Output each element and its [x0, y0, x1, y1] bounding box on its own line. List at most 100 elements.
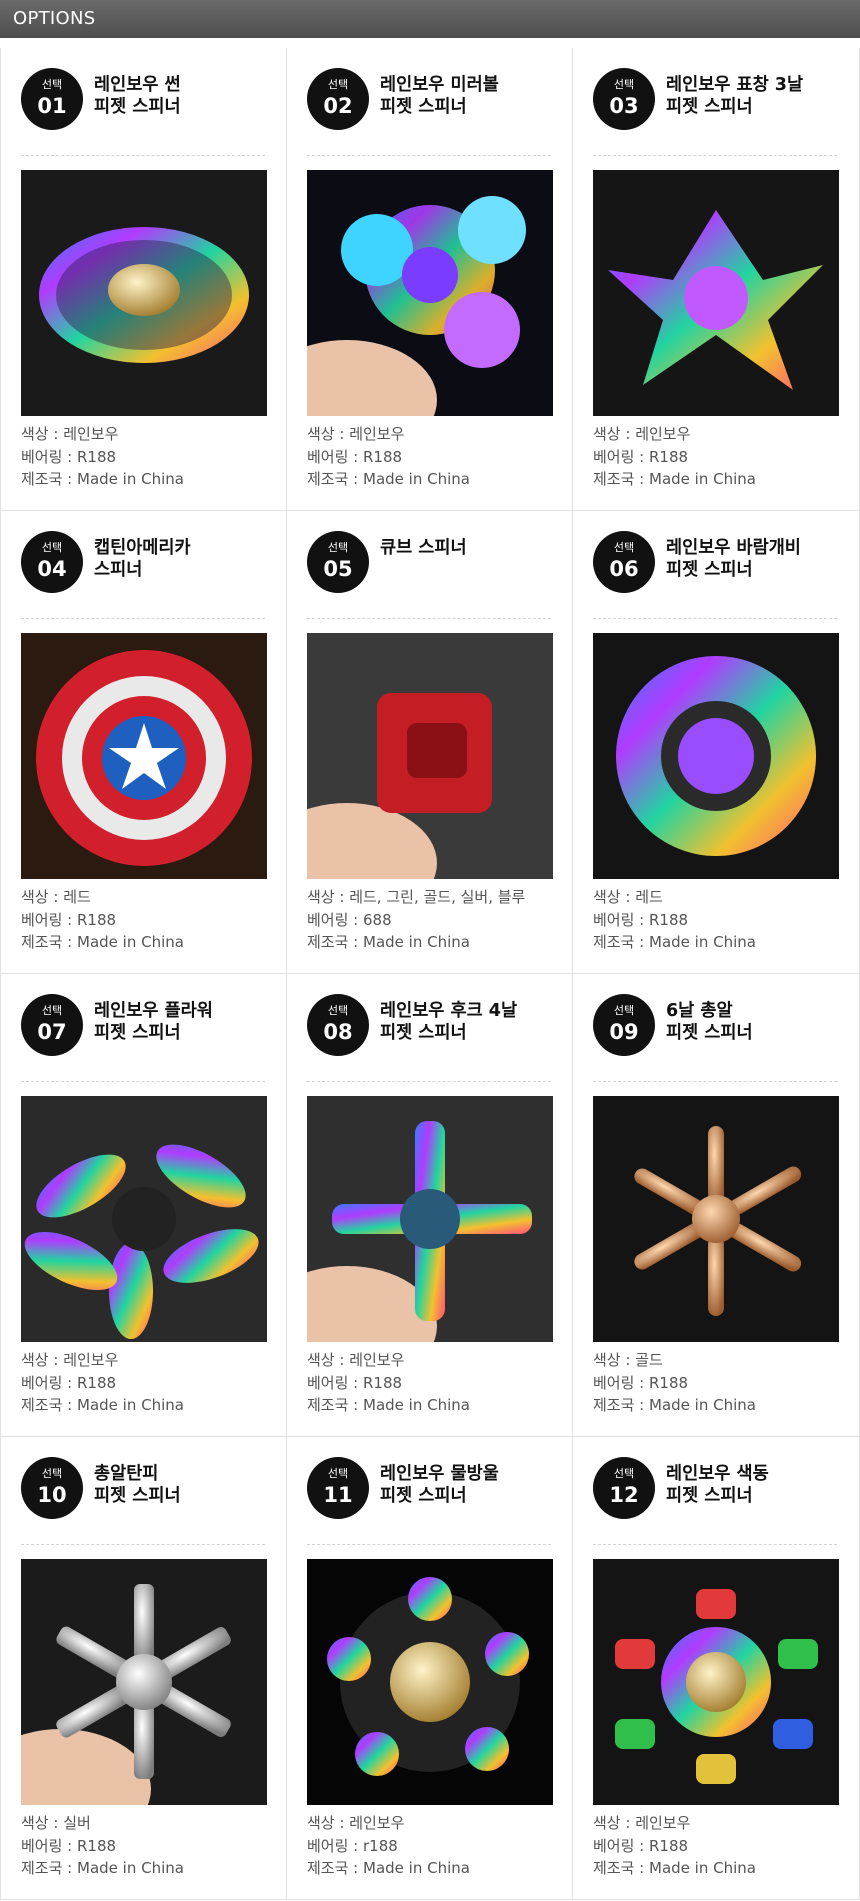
spec-origin-label: 제조국 : — [21, 933, 77, 951]
option-title: 캡틴아메리카 스피너 — [94, 537, 279, 581]
spec-origin: 제조국 : Made in China — [593, 931, 756, 954]
option-card-07[interactable]: 선택 07 레인보우 플라워 피젯 스피너 색상 : 레인보우 베어링 : R188 제조… — [0, 974, 287, 1437]
spec-color: 색상 : 레인보우 — [21, 423, 184, 446]
rainbow-mirrorball-spinner-photo[interactable] — [307, 170, 553, 416]
spec-bearing-value: R188 — [77, 447, 117, 466]
rainbow-flower-spinner-photo[interactable] — [21, 1096, 267, 1342]
option-specs: 색상 : 레드 베어링 : R188 제조국 : Made in China — [593, 886, 756, 954]
spec-color-value: 레인보우 — [349, 1351, 405, 1369]
spec-color-label: 색상 : — [593, 1814, 636, 1832]
spec-bearing: 베어링 : R188 — [593, 446, 756, 469]
spec-origin-label: 제조국 : — [307, 1396, 363, 1414]
select-label: 선택 — [41, 78, 63, 91]
dashed-divider — [593, 155, 837, 156]
option-number-badge: 선택 02 — [307, 68, 369, 130]
spec-origin-value: Made in China — [363, 470, 470, 488]
option-card-11[interactable]: 선택 11 레인보우 물방울 피젯 스피너 색상 : 레인보우 베어링 : r188 제조… — [287, 1437, 573, 1900]
spec-bearing-value: R188 — [649, 447, 689, 466]
option-number-badge: 선택 05 — [307, 531, 369, 593]
spec-origin-label: 제조국 : — [21, 1859, 77, 1877]
option-title-line2: 피젯 스피너 — [94, 1486, 181, 1506]
spec-bearing: 베어링 : R188 — [307, 446, 470, 469]
option-title-line1: 캡틴아메리카 — [94, 538, 191, 558]
option-card-08[interactable]: 선택 08 레인보우 후크 4날 피젯 스피너 색상 : 레인보우 베어링 : R188… — [287, 974, 573, 1437]
option-title-line2: 피젯 스피너 — [94, 1023, 181, 1043]
spec-color-value: 레드, 그린, 골드, 실버, 블루 — [349, 888, 526, 906]
option-number: 12 — [609, 1483, 639, 1507]
dashed-divider — [21, 1544, 265, 1545]
spec-origin: 제조국 : Made in China — [307, 1857, 470, 1880]
spec-bearing-value: R188 — [77, 1836, 117, 1855]
spec-bearing-label: 베어링 : — [21, 1373, 77, 1392]
spec-color-label: 색상 : — [593, 888, 636, 906]
spec-color-value: 레인보우 — [349, 1814, 405, 1832]
option-title-line2: 피젯 스피너 — [94, 97, 181, 117]
dashed-divider — [307, 155, 551, 156]
option-number: 01 — [37, 94, 67, 118]
option-card-02[interactable]: 선택 02 레인보우 미러볼 피젯 스피너 색상 : 레인보우 베어링 : R188 제조… — [287, 48, 573, 511]
spec-bearing-value: R188 — [77, 1373, 117, 1392]
option-number: 03 — [609, 94, 639, 118]
spec-bearing-label: 베어링 : — [593, 447, 649, 466]
rainbow-sun-spinner-photo[interactable] — [21, 170, 267, 416]
spec-color: 색상 : 레인보우 — [307, 1349, 470, 1372]
rainbow-droplet-spinner-photo[interactable] — [307, 1559, 553, 1805]
option-card-10[interactable]: 선택 10 총알탄피 피젯 스피너 색상 : 실버 베어링 : R188 제조국 : Ma… — [0, 1437, 287, 1900]
option-specs: 색상 : 레인보우 베어링 : R188 제조국 : Made in China — [593, 423, 756, 491]
option-card-01[interactable]: 선택 01 레인보우 썬 피젯 스피너 색상 : 레인보우 베어링 : R188 제조국 … — [0, 48, 287, 511]
select-label: 선택 — [327, 1467, 349, 1480]
spec-color-value: 레인보우 — [63, 1351, 119, 1369]
rainbow-shuriken-spinner-photo[interactable] — [593, 170, 839, 416]
spec-bearing: 베어링 : R188 — [593, 909, 756, 932]
spec-color-label: 색상 : — [21, 888, 64, 906]
spec-bearing-value: r188 — [363, 1836, 398, 1855]
spec-origin-value: Made in China — [77, 1396, 184, 1414]
captain-america-spinner-photo[interactable] — [21, 633, 267, 879]
spec-color: 색상 : 레인보우 — [593, 423, 756, 446]
spec-bearing-label: 베어링 : — [307, 910, 363, 929]
spec-bearing: 베어링 : R188 — [21, 1372, 184, 1395]
option-card-12[interactable]: 선택 12 레인보우 색동 피젯 스피너 색상 : 레인보우 베어링 : R188 제조국… — [573, 1437, 860, 1900]
option-card-04[interactable]: 선택 04 캡틴아메리카 스피너 색상 : 레드 베어링 : R188 제조국 : Mad… — [0, 511, 287, 974]
spec-origin-value: Made in China — [649, 1859, 756, 1877]
option-specs: 색상 : 실버 베어링 : R188 제조국 : Made in China — [21, 1812, 184, 1880]
option-specs: 색상 : 레인보우 베어링 : R188 제조국 : Made in China — [307, 1349, 470, 1417]
spec-bearing: 베어링 : R188 — [593, 1835, 756, 1858]
option-title-line1: 레인보우 표창 3날 — [666, 75, 804, 95]
spec-color-value: 레인보우 — [635, 425, 691, 443]
option-specs: 색상 : 레드, 그린, 골드, 실버, 블루 베어링 : 688 제조국 : Ma… — [307, 886, 525, 954]
spec-origin-value: Made in China — [649, 933, 756, 951]
gold-bullet-spinner-photo[interactable] — [593, 1096, 839, 1342]
option-number-badge: 선택 08 — [307, 994, 369, 1056]
option-title: 레인보우 후크 4날 피젯 스피너 — [380, 1000, 565, 1044]
spec-origin-label: 제조국 : — [593, 1859, 649, 1877]
rainbow-pinwheel-spinner-photo[interactable] — [593, 633, 839, 879]
spec-bearing-value: R188 — [77, 910, 117, 929]
spec-color-label: 색상 : — [593, 1351, 636, 1369]
option-number: 06 — [609, 557, 639, 581]
spec-origin-label: 제조국 : — [593, 1396, 649, 1414]
spec-color-label: 색상 : — [307, 1351, 350, 1369]
spec-bearing-value: R188 — [363, 1373, 403, 1392]
option-title-line1: 큐브 스피너 — [380, 538, 467, 558]
cube-spinner-photo[interactable] — [307, 633, 553, 879]
spec-bearing-label: 베어링 : — [593, 1373, 649, 1392]
option-number: 05 — [323, 557, 353, 581]
spec-origin: 제조국 : Made in China — [21, 468, 184, 491]
option-card-05[interactable]: 선택 05 큐브 스피너 색상 : 레드, 그린, 골드, 실버, 블루 베어링 : … — [287, 511, 573, 974]
option-card-09[interactable]: 선택 09 6날 총알 피젯 스피너 색상 : 골드 베어링 : R188 제조국 : M… — [573, 974, 860, 1437]
option-number: 07 — [37, 1020, 67, 1044]
option-card-03[interactable]: 선택 03 레인보우 표창 3날 피젯 스피너 색상 : 레인보우 베어링 : R188… — [573, 48, 860, 511]
spec-origin-value: Made in China — [363, 1859, 470, 1877]
spec-origin: 제조국 : Made in China — [307, 931, 525, 954]
spec-color-value: 레인보우 — [635, 1814, 691, 1832]
silver-shell-spinner-photo[interactable] — [21, 1559, 267, 1805]
spec-origin-value: Made in China — [649, 1396, 756, 1414]
spec-origin-label: 제조국 : — [307, 1859, 363, 1877]
rainbow-hook-spinner-photo[interactable] — [307, 1096, 553, 1342]
rainbow-stripe-spinner-photo[interactable] — [593, 1559, 839, 1805]
select-label: 선택 — [613, 541, 635, 554]
option-card-06[interactable]: 선택 06 레인보우 바람개비 피젯 스피너 색상 : 레드 베어링 : R188 제조국… — [573, 511, 860, 974]
spec-origin-value: Made in China — [77, 933, 184, 951]
spec-color-label: 색상 : — [21, 425, 64, 443]
